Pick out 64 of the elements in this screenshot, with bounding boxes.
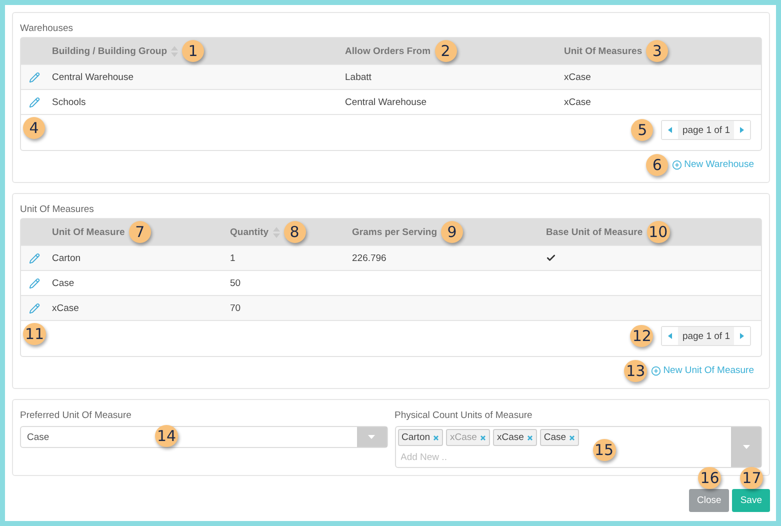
callout-badge: 9 <box>441 221 464 243</box>
dropdown-button[interactable] <box>356 427 386 447</box>
right-triangle-icon <box>740 333 744 339</box>
table-cell-text: Case <box>52 278 76 288</box>
tag[interactable]: Carton <box>398 429 444 446</box>
table-cell-text: xCase <box>564 72 592 82</box>
column-header: Unit Of Measures <box>564 46 642 56</box>
table-cell-text: Schools <box>52 96 87 108</box>
table-cell-text: Carton <box>52 252 82 264</box>
callout-badge: 2 <box>434 40 457 62</box>
callout-badge: 12 <box>630 325 654 347</box>
table-cell-text: 70 <box>230 302 242 314</box>
column-header: Base Unit of Measure <box>546 226 643 238</box>
edit-icon[interactable] <box>29 302 40 314</box>
callout-badge: 10 <box>646 221 670 243</box>
section-title: Unit Of Measures <box>20 202 95 216</box>
column-header: Allow Orders From <box>345 46 431 56</box>
column-header: Unit Of Measure <box>52 226 125 238</box>
remove-icon[interactable] <box>433 434 440 440</box>
field-label: Physical Count Units of Measure <box>394 408 534 422</box>
callout-badge: 15 <box>592 439 616 461</box>
callout-badge: 1 <box>182 40 204 62</box>
section-title: Warehouses <box>20 22 74 36</box>
table-cell-text: xCase <box>564 96 592 108</box>
table-cell-text: 1 <box>230 252 236 264</box>
column-header: Grams per Serving <box>352 226 438 238</box>
plus-circle-icon <box>651 366 662 376</box>
edit-icon[interactable] <box>29 252 40 264</box>
column-header: Quantity <box>230 226 269 238</box>
edit-icon[interactable] <box>29 278 40 288</box>
tag[interactable]: xCase <box>492 429 537 446</box>
callout-badge: 14 <box>155 425 178 447</box>
callout-badge: 7 <box>128 221 151 243</box>
tag[interactable]: Case <box>540 429 580 446</box>
unit-select[interactable]: Case 14 <box>20 426 388 448</box>
left-triangle-icon <box>668 127 672 133</box>
callout-badge: 4 <box>23 117 45 139</box>
table-cell-text: xCase <box>52 302 80 314</box>
page-indicator: page 1 of 1 <box>678 121 734 139</box>
table-cell-text: Central Warehouse <box>52 72 134 82</box>
callout-badge: 5 <box>631 119 654 141</box>
callout-badge: 17 <box>740 467 764 489</box>
table-cell-text: 226.796 <box>352 252 388 264</box>
callout-badge: 13 <box>624 360 648 382</box>
edit-icon[interactable] <box>29 72 40 82</box>
callout-badge: 8 <box>284 221 306 243</box>
plus-circle-icon <box>672 160 682 170</box>
page-indicator: page 1 of 1 <box>678 327 734 345</box>
field-label: Preferred Unit Of Measure <box>20 408 132 422</box>
column-header: Building / Building Group <box>52 46 168 56</box>
table-cell-text: Central Warehouse <box>345 96 428 108</box>
edit-icon[interactable] <box>29 96 40 108</box>
caret-icon <box>742 445 750 449</box>
caret-icon <box>368 435 375 439</box>
table-cell-text: Labatt <box>345 72 372 82</box>
callout-badge: 16 <box>698 467 722 489</box>
callout-badge: 11 <box>23 323 46 345</box>
callout-badge: 3 <box>646 40 668 62</box>
table-cell-text: 50 <box>230 278 242 288</box>
remove-icon[interactable] <box>526 434 533 440</box>
remove-icon[interactable] <box>569 434 576 440</box>
left-triangle-icon <box>668 333 672 339</box>
callout-badge: 6 <box>646 154 668 176</box>
right-triangle-icon <box>740 127 744 133</box>
